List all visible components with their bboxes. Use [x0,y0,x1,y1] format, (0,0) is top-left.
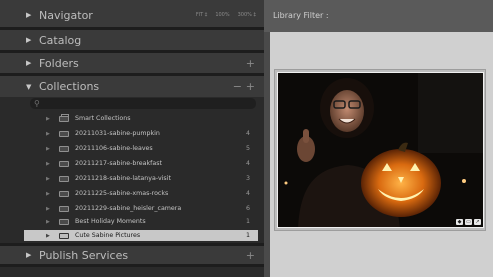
add-folder-button[interactable]: + [246,57,255,70]
collection-icon [59,218,69,225]
expand-triangle-icon[interactable]: ▶ [46,206,52,212]
expand-triangle-icon[interactable]: ▶ [46,176,52,182]
divider [0,264,264,267]
collection-label: 20211229-sabine_heisler_camera [75,205,182,212]
catalog-title: Catalog [39,33,82,47]
expand-triangle-icon[interactable]: ▶ [46,161,52,167]
collection-icon [59,145,69,152]
left-panel: ▶ Navigator FIT ‡ 100% 300% ‡ ▶ Catalog … [0,0,264,277]
collection-item[interactable]: ▶ 20211031-sabine-pumpkin 4 [24,128,258,139]
smart-collection-set-icon [59,113,69,122]
add-publish-service-button[interactable]: + [246,249,255,262]
expand-triangle-icon[interactable]: ▶ [46,131,52,137]
collection-label: Smart Collections [75,115,131,122]
expand-triangle-icon[interactable]: ▶ [46,146,52,152]
expand-triangle-icon[interactable]: ▶ [26,251,36,259]
navigator-title: Navigator [39,8,93,22]
publish-services-title: Publish Services [39,248,129,262]
expand-triangle-icon[interactable]: ▶ [46,219,52,225]
collection-item[interactable]: ▶ Smart Collections [24,113,258,124]
collection-icon [59,190,69,197]
folders-title: Folders [39,56,79,70]
expand-triangle-icon[interactable]: ▶ [26,59,36,67]
collection-filter-input[interactable]: ⚲ [30,98,256,109]
collection-count: 4 [245,160,250,167]
grid-edge [264,32,270,277]
collection-label: Cute Sabine Pictures [75,232,141,239]
search-icon: ⚲ [34,99,40,108]
collection-count: 1 [245,218,250,225]
add-collection-button[interactable]: + [246,80,255,93]
publish-services-header[interactable]: ▶ Publish Services + [0,246,264,264]
library-filter-label[interactable]: Library Filter : [273,11,329,20]
collection-item[interactable]: ▶ 20211217-sabine-breakfast 4 [24,158,258,169]
collection-icon [59,130,69,137]
collection-label: 20211218-sabine-latanya-visit [75,175,171,182]
edited-badge-icon[interactable]: ↗ [474,219,481,225]
collapse-triangle-icon[interactable]: ▼ [26,83,36,91]
expand-triangle-icon[interactable]: ▶ [46,191,52,197]
collection-count: 6 [245,205,250,212]
collection-badge-icon[interactable]: ▭ [465,219,472,225]
remove-collection-button[interactable]: − [233,80,242,93]
keyword-badge-icon[interactable]: ◆ [456,219,463,225]
photo-image [278,73,483,227]
collection-item[interactable]: ▶ 20211218-sabine-latanya-visit 3 [24,173,258,184]
collections-title: Collections [39,80,100,93]
collection-label: Best Holiday Moments [75,218,146,225]
collection-label: 20211106-sabine-leaves [75,145,153,152]
expand-triangle-icon[interactable]: ▶ [46,116,52,122]
collection-count: 1 [245,232,250,239]
collection-item[interactable]: ▶ 20211225-sabine-xmas-rocks 4 [24,188,258,199]
collection-count: 4 [245,130,250,137]
expand-triangle-icon[interactable]: ▶ [26,11,36,19]
zoom-100-option[interactable]: 100% [215,12,229,18]
collection-item[interactable]: ▶ Best Holiday Moments 1 [24,216,258,227]
collection-count: 4 [245,190,250,197]
collection-icon [59,232,69,239]
collection-count: 5 [245,145,250,152]
folders-header[interactable]: ▶ Folders + [0,53,264,73]
collection-icon [59,205,69,212]
photo-thumbnail[interactable]: ◆ ▭ ↗ [277,72,484,228]
collection-item-selected[interactable]: ▶ Cute Sabine Pictures 1 [24,230,258,241]
collection-label: 20211217-sabine-breakfast [75,160,162,167]
photo-badges: ◆ ▭ ↗ [456,219,481,225]
collection-icon [59,175,69,182]
collection-item[interactable]: ▶ 20211229-sabine_heisler_camera 6 [24,203,258,214]
catalog-header[interactable]: ▶ Catalog [0,30,264,50]
expand-triangle-icon[interactable]: ▶ [26,36,36,44]
collection-icon [59,160,69,167]
expand-triangle-icon[interactable]: ▶ [46,233,52,239]
navigator-header[interactable]: ▶ Navigator FIT ‡ 100% 300% ‡ [0,0,264,30]
zoom-fit-option[interactable]: FIT ‡ [196,12,208,18]
collection-item[interactable]: ▶ 20211106-sabine-leaves 5 [24,143,258,154]
library-filter-bar: Library Filter : [264,0,493,32]
collection-label: 20211225-sabine-xmas-rocks [75,190,169,197]
collections-header[interactable]: ▼ Collections − + [0,76,264,97]
zoom-300-option[interactable]: 300% ‡ [238,12,256,18]
collection-count: 3 [245,175,250,182]
navigator-zoom-options: FIT ‡ 100% 300% ‡ [196,12,256,18]
collection-label: 20211031-sabine-pumpkin [75,130,160,137]
